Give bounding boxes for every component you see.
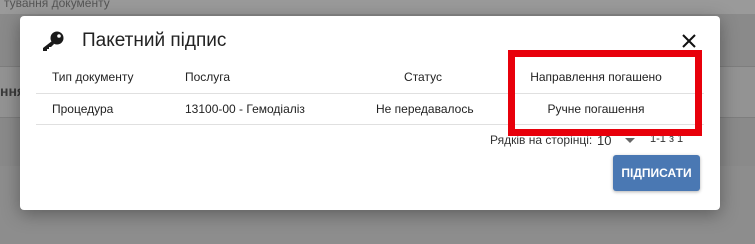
dialog-header: Пакетний підпис <box>20 16 720 66</box>
rows-per-page-select[interactable]: 10 <box>597 130 639 150</box>
dialog-title: Пакетний підпис <box>82 30 227 51</box>
pagination-range: 1-1 з 1 <box>650 133 684 145</box>
column-header-status: Статус <box>404 70 442 84</box>
column-header-document-type: Тип документу <box>52 70 134 84</box>
documents-table: Тип документу Послуга Статус Направлення… <box>36 62 704 125</box>
cell-document-type: Процедура <box>52 102 114 116</box>
background-topbar: тування документу <box>0 0 755 14</box>
close-icon[interactable] <box>678 30 700 52</box>
rows-per-page-label: Рядків на сторінці: <box>490 133 593 147</box>
caret-down-icon <box>625 138 635 143</box>
rows-per-page-value: 10 <box>597 133 612 148</box>
column-header-referral-redeemed: Направлення погашено <box>530 70 662 84</box>
cell-referral-redeemed: Ручне погашення <box>547 102 645 116</box>
batch-sign-dialog: Пакетний підпис Тип документу Послуга Ст… <box>20 16 720 210</box>
table-header-row: Тип документу Послуга Статус Направлення… <box>36 62 704 94</box>
sign-button[interactable]: ПІДПИСАТИ <box>613 155 700 191</box>
key-icon <box>40 30 66 52</box>
cell-service: 13100-00 - Гемодіаліз <box>185 102 305 116</box>
column-header-service: Послуга <box>185 70 231 84</box>
background-top-text: тування документу <box>4 0 110 10</box>
table-row[interactable]: Процедура 13100-00 - Гемодіаліз Не перед… <box>36 94 704 125</box>
cell-status: Не передавалось <box>376 102 474 116</box>
